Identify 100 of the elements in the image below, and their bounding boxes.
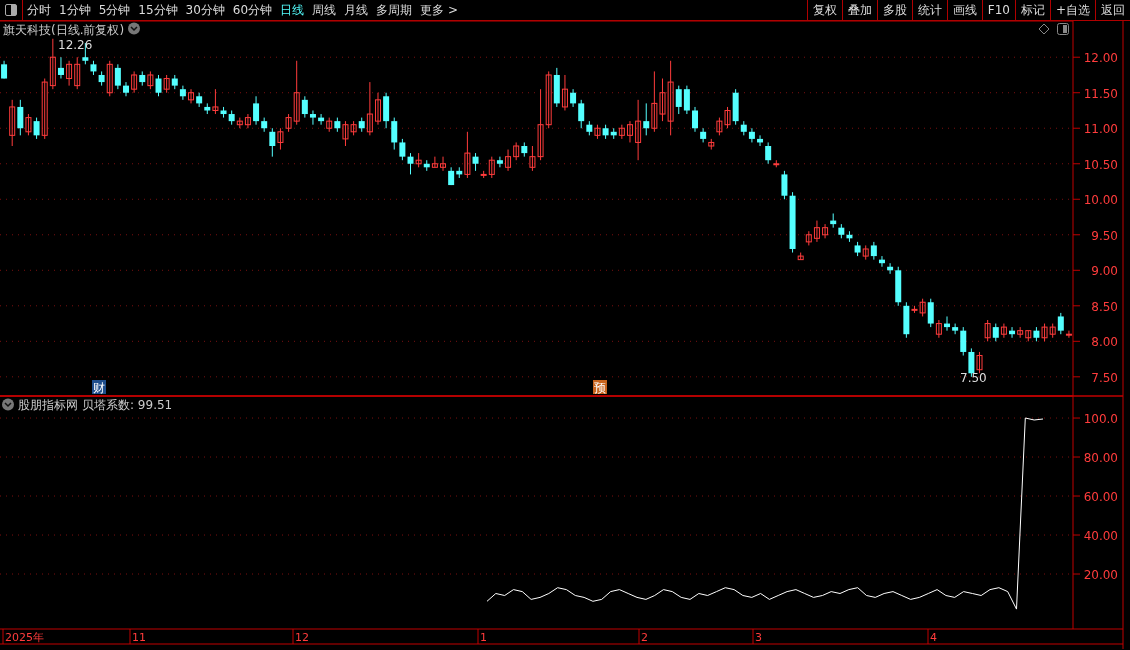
panel-toggle-icon[interactable] [1057, 23, 1069, 35]
price-axis-label: 8.00 [1091, 335, 1118, 350]
indicator-axis-label: 100.0 [1083, 412, 1118, 427]
date-axis-label: 2 [641, 631, 648, 644]
period-tab[interactable]: 日线 [276, 1, 309, 19]
candlestick [626, 120, 633, 143]
high-price-label: 12.26 [58, 38, 93, 52]
candlestick [635, 99, 642, 161]
date-axis-label: 1 [480, 631, 487, 644]
candlestick [106, 60, 113, 97]
candlestick [366, 81, 373, 136]
candlestick [33, 117, 40, 140]
candlestick [17, 99, 24, 136]
indicator-axis-label: 80.00 [1083, 451, 1118, 466]
period-tab[interactable]: 30分钟 [181, 1, 229, 19]
indicator-axis-label: 60.00 [1083, 490, 1118, 504]
candlestick [123, 81, 129, 97]
candlestick [41, 78, 48, 140]
price-axis-label: 12.00 [1083, 51, 1118, 66]
period-tab[interactable]: 5分钟 [94, 1, 135, 19]
period-tab[interactable]: 月线 [340, 1, 373, 19]
date-axis-label: 4 [930, 631, 937, 644]
candlestick [927, 298, 934, 328]
diamond-icon[interactable] [1038, 23, 1050, 35]
candlestick [179, 85, 186, 101]
price-axis-label: 11.50 [1083, 86, 1118, 101]
candlestick [293, 60, 300, 126]
toolbar-button[interactable]: F10 [981, 0, 1015, 20]
toolbar-button[interactable]: 返回 [1095, 0, 1130, 20]
candlestick [1065, 330, 1072, 339]
candlestick [25, 113, 32, 136]
candlestick [114, 63, 121, 90]
candlestick [692, 106, 699, 133]
candlestick [188, 88, 195, 104]
candlestick [545, 70, 552, 129]
candlestick [301, 95, 308, 119]
candlestick [505, 149, 512, 172]
toolbar-button[interactable]: 标记 [1014, 0, 1050, 20]
candlestick [464, 131, 471, 179]
candlestick [269, 127, 276, 158]
price-axis-label: 7.50 [1091, 370, 1118, 385]
candlestick [765, 141, 772, 165]
candlestick [675, 85, 682, 115]
price-axis-label: 9.50 [1091, 228, 1118, 243]
period-tab[interactable]: 1分钟 [55, 1, 95, 19]
candlestick [976, 351, 983, 374]
indicator-axis-label: 40.00 [1083, 529, 1118, 543]
candlestick [700, 127, 707, 143]
toolbar-button[interactable]: +自选 [1049, 0, 1095, 20]
period-tab[interactable]: 周线 [308, 1, 341, 19]
candlestick [618, 124, 625, 140]
candlestick [440, 156, 447, 172]
candlestick [131, 70, 138, 94]
chart-title: 旗天科技(日线.前复权) [3, 23, 125, 37]
candlestick [1000, 323, 1007, 339]
date-axis-label: 2025年 [5, 631, 44, 644]
price-axis-label: 10.50 [1083, 157, 1118, 172]
candlestick [244, 113, 251, 129]
toolbar-button[interactable]: 复权 [806, 0, 842, 20]
candlestick [49, 38, 56, 90]
period-tab[interactable]: 15分钟 [134, 1, 182, 19]
candlestick [399, 138, 406, 161]
candlestick [952, 323, 959, 335]
candlestick [391, 117, 398, 151]
candlestick [155, 74, 162, 97]
price-axis-label: 11.00 [1083, 122, 1118, 137]
period-tab[interactable]: 多周期 [372, 1, 417, 19]
toolbar-button[interactable]: 画线 [946, 0, 982, 20]
dropdown-icon[interactable] [2, 398, 14, 411]
candlestick [683, 85, 690, 115]
candlestick [57, 56, 64, 80]
candlestick [253, 95, 260, 126]
candlestick [277, 127, 284, 151]
toolbar-button[interactable]: 叠加 [841, 0, 877, 20]
date-axis-label: 3 [755, 631, 762, 644]
toolbar-button[interactable]: 多股 [876, 0, 912, 20]
candlestick [374, 92, 381, 126]
candlestick [431, 156, 438, 168]
candlestick [74, 56, 81, 90]
candlestick [643, 102, 650, 136]
date-axis-label: 12 [295, 631, 309, 644]
candlestick [578, 99, 585, 129]
low-price-label: 7.50 [960, 371, 987, 385]
candlestick [1057, 312, 1064, 335]
event-badge[interactable]: 财 [92, 380, 106, 395]
date-axis-label: 11 [132, 631, 146, 644]
candlestick [66, 60, 73, 87]
indicator-reading: 贝塔系数: 99.51 [82, 398, 173, 412]
event-badge[interactable]: 预 [593, 380, 607, 395]
period-tab[interactable]: 60分钟 [228, 1, 277, 19]
candlestick [309, 109, 316, 126]
period-tab[interactable]: 分时 [23, 1, 55, 19]
price-axis-label: 9.00 [1091, 264, 1118, 279]
toolbar-button[interactable]: 统计 [911, 0, 947, 20]
indicator-axis-label: 20.00 [1083, 568, 1118, 582]
candlestick [813, 220, 820, 243]
more-menu[interactable]: 更多 > [416, 1, 462, 19]
candlestick [496, 156, 503, 168]
price-axis-label: 10.00 [1083, 193, 1118, 208]
dropdown-icon[interactable] [128, 22, 140, 35]
